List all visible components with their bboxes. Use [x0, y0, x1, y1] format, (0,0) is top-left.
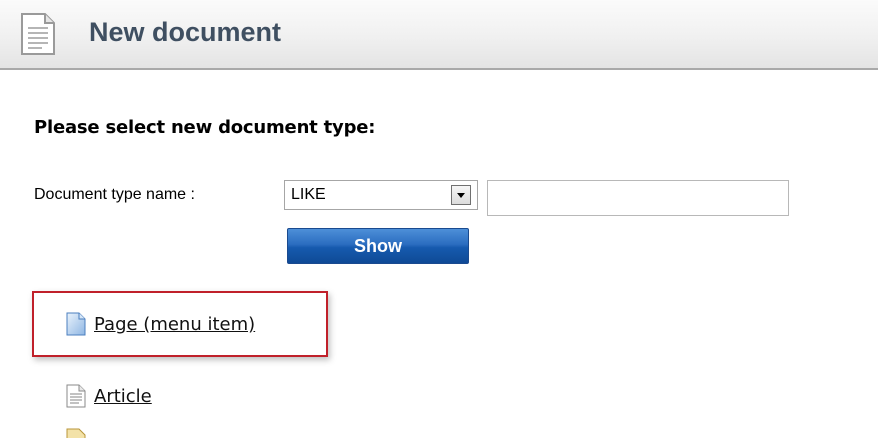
page-icon — [66, 312, 86, 336]
chevron-down-icon[interactable] — [451, 185, 471, 205]
document-type-link[interactable]: Article — [94, 386, 152, 407]
operator-select-value: LIKE — [291, 186, 326, 203]
document-type-item-partial[interactable] — [66, 428, 94, 438]
section-heading: Please select new document type: — [34, 117, 376, 138]
document-type-item-page[interactable]: Page (menu item) — [66, 312, 255, 336]
show-button[interactable]: Show — [287, 228, 469, 264]
document-icon — [21, 13, 55, 55]
document-type-name-input[interactable] — [487, 180, 789, 216]
page-title: New document — [89, 17, 282, 47]
operator-select[interactable]: LIKE — [284, 180, 478, 210]
document-type-name-label: Document type name : — [34, 186, 195, 203]
document-type-item-article[interactable]: Article — [66, 384, 152, 408]
document-type-icon — [66, 428, 86, 438]
document-type-link[interactable]: Page (menu item) — [94, 314, 255, 335]
page-header: New document — [0, 0, 878, 70]
new-document-page: New document Please select new document … — [0, 0, 878, 438]
article-icon — [66, 384, 86, 408]
